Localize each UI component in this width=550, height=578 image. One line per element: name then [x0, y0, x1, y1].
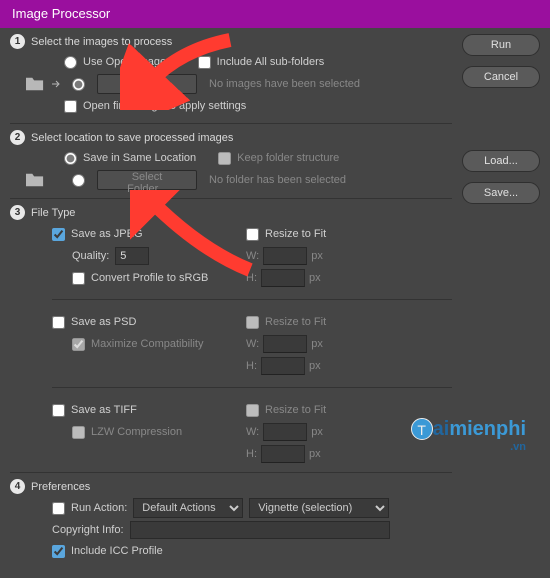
- max-compat-label: Maximize Compatibility: [91, 338, 203, 350]
- px-label: px: [311, 338, 323, 350]
- section-3-title: File Type: [31, 207, 75, 219]
- px-label: px: [311, 426, 323, 438]
- psd-h-label: H:: [246, 360, 257, 372]
- use-open-images-radio[interactable]: [64, 56, 77, 69]
- jpeg-w-label: W:: [246, 250, 259, 262]
- save-jpeg-checkbox[interactable]: [52, 228, 65, 241]
- save-psd-label: Save as PSD: [71, 316, 136, 328]
- keep-structure-label: Keep folder structure: [237, 152, 339, 164]
- window-title: Image Processor: [0, 0, 550, 28]
- jpeg-w-input: [263, 247, 307, 265]
- icc-profile-label: Include ICC Profile: [71, 545, 163, 557]
- select-folder-radio[interactable]: [72, 78, 85, 91]
- save-tiff-label: Save as TIFF: [71, 404, 137, 416]
- include-subfolders-checkbox[interactable]: [198, 56, 211, 69]
- psd-resize-label: Resize to Fit: [265, 316, 326, 328]
- section-4-title: Preferences: [31, 481, 90, 493]
- psd-resize-checkbox: [246, 316, 259, 329]
- psd-w-label: W:: [246, 338, 259, 350]
- convert-srgb-label: Convert Profile to sRGB: [91, 272, 208, 284]
- jpeg-resize-checkbox[interactable]: [246, 228, 259, 241]
- step-number-4: 4: [10, 479, 25, 494]
- psd-w-input: [263, 335, 307, 353]
- tiff-resize-checkbox: [246, 404, 259, 417]
- cancel-button[interactable]: Cancel: [462, 66, 540, 88]
- jpeg-h-input: [261, 269, 305, 287]
- section-2-save-location: 2 Select location to save processed imag…: [10, 130, 452, 190]
- section-1-select-images: 1 Select the images to process Use Open …: [10, 34, 452, 115]
- section-2-title: Select location to save processed images: [31, 132, 233, 144]
- arrow-right-icon: [52, 79, 62, 89]
- run-action-label: Run Action:: [71, 502, 127, 514]
- px-label: px: [309, 272, 321, 284]
- step-number-2: 2: [10, 130, 25, 145]
- run-action-checkbox[interactable]: [52, 502, 65, 515]
- select-folder-button[interactable]: Select Folder...: [97, 74, 197, 94]
- copyright-label: Copyright Info:: [52, 524, 124, 536]
- folder-icon: [24, 75, 46, 93]
- quality-input[interactable]: [115, 247, 149, 265]
- watermark: Taimienphi .vn: [411, 418, 526, 453]
- no-images-text: No images have been selected: [209, 78, 360, 90]
- action-select[interactable]: Vignette (selection): [249, 498, 389, 518]
- save-select-folder-button[interactable]: Select Folder...: [97, 170, 197, 190]
- tiff-h-label: H:: [246, 448, 257, 460]
- same-location-radio[interactable]: [64, 152, 77, 165]
- save-tiff-checkbox[interactable]: [52, 404, 65, 417]
- save-psd-checkbox[interactable]: [52, 316, 65, 329]
- px-label: px: [309, 360, 321, 372]
- step-number-3: 3: [10, 205, 25, 220]
- folder-icon: [24, 171, 46, 189]
- jpeg-h-label: H:: [246, 272, 257, 284]
- tiff-h-input: [261, 445, 305, 463]
- open-first-image-label: Open first image to apply settings: [83, 100, 246, 112]
- px-label: px: [309, 448, 321, 460]
- section-4-preferences: 4 Preferences Run Action: Default Action…: [10, 479, 452, 560]
- open-first-image-checkbox[interactable]: [64, 100, 77, 113]
- run-button[interactable]: Run: [462, 34, 540, 56]
- section-1-title: Select the images to process: [31, 36, 172, 48]
- copyright-input[interactable]: [130, 521, 390, 539]
- convert-srgb-checkbox[interactable]: [72, 272, 85, 285]
- jpeg-resize-label: Resize to Fit: [265, 228, 326, 240]
- include-subfolders-label: Include All sub-folders: [217, 56, 325, 68]
- no-folder-text: No folder has been selected: [209, 174, 346, 186]
- save-jpeg-label: Save as JPEG: [71, 228, 143, 240]
- lzw-label: LZW Compression: [91, 426, 182, 438]
- divider: [10, 123, 452, 124]
- save-select-folder-radio[interactable]: [72, 174, 85, 187]
- same-location-label: Save in Same Location: [83, 152, 196, 164]
- divider: [10, 472, 452, 473]
- load-button[interactable]: Load...: [462, 150, 540, 172]
- quality-label: Quality:: [72, 250, 109, 262]
- use-open-images-label: Use Open Images: [83, 56, 172, 68]
- icc-profile-checkbox[interactable]: [52, 545, 65, 558]
- lzw-checkbox: [72, 426, 85, 439]
- tiff-w-input: [263, 423, 307, 441]
- action-set-select[interactable]: Default Actions: [133, 498, 243, 518]
- psd-h-input: [261, 357, 305, 375]
- section-3-file-type: 3 File Type Save as JPEG Resize to Fit Q…: [10, 205, 452, 464]
- step-number-1: 1: [10, 34, 25, 49]
- px-label: px: [311, 250, 323, 262]
- divider: [10, 198, 452, 199]
- tiff-w-label: W:: [246, 426, 259, 438]
- save-button[interactable]: Save...: [462, 182, 540, 204]
- tiff-resize-label: Resize to Fit: [265, 404, 326, 416]
- keep-structure-checkbox: [218, 152, 231, 165]
- max-compat-checkbox: [72, 338, 85, 351]
